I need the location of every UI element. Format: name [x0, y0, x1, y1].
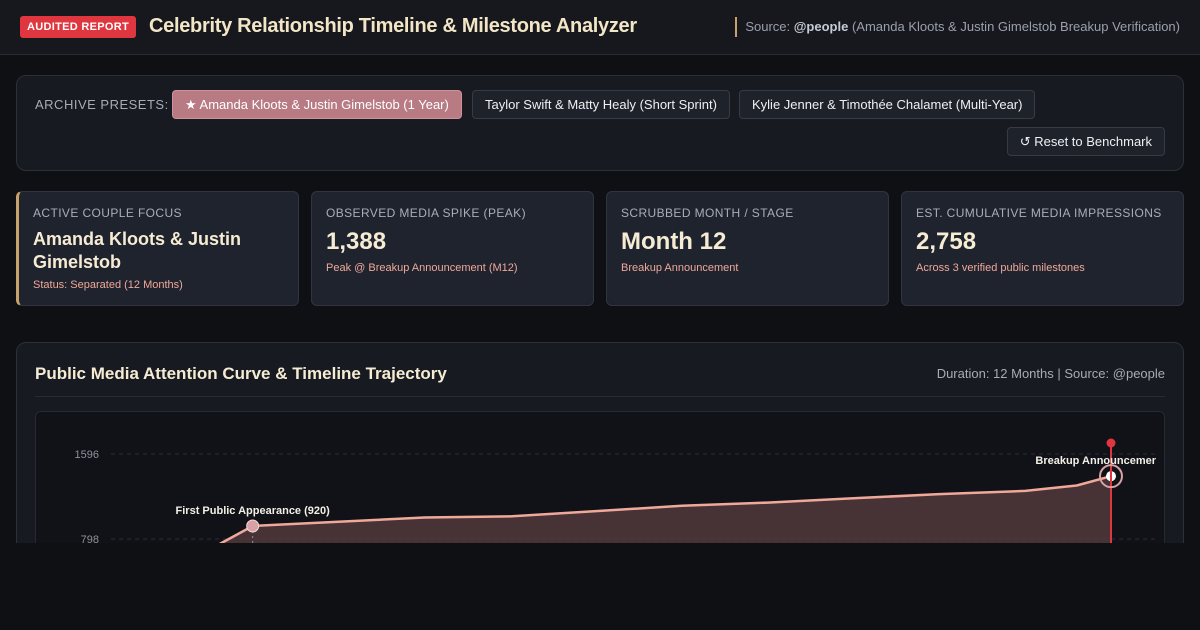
media-spike-card: OBSERVED MEDIA SPIKE (PEAK) 1,388 Peak @…	[311, 191, 594, 306]
media-spike-sub: Peak @ Breakup Announcement (M12)	[326, 262, 518, 274]
scrub-marker-handle	[1106, 438, 1116, 448]
divider	[35, 396, 1165, 397]
scrubbed-stage: Breakup Announcement	[621, 262, 739, 274]
cumulative-impressions-value: 2,758	[916, 228, 977, 255]
milestone-label: First Public Appearance (920)	[176, 505, 331, 517]
preset-amanda-kloots-justin-gimelstob[interactable]: ★ Amanda Kloots & Justin Gimelstob (1 Ye…	[172, 90, 462, 119]
source-detail: (Amanda Kloots & Justin Gimelstob Breaku…	[851, 19, 1180, 34]
active-couple-focus-card: ACTIVE COUPLE FOCUS Amanda Kloots & Just…	[16, 191, 299, 306]
y-tick-label: 1596	[75, 449, 99, 461]
chart-meta: Duration: 12 Months | Source: @people	[936, 366, 1165, 381]
active-couple-name: Amanda Kloots & Justin Gimelstob	[33, 229, 242, 272]
archive-presets-panel: ARCHIVE PRESETS: ★ Amanda Kloots & Justi…	[16, 75, 1184, 171]
top-bar: AUDITED REPORT Celebrity Relationship Ti…	[0, 0, 1200, 55]
card-label: ACTIVE COUPLE FOCUS	[33, 206, 182, 220]
preset-kylie-jenner-timothee-chalamet[interactable]: Kylie Jenner & Timothée Chalamet (Multi-…	[739, 90, 1036, 119]
presets-label: ARCHIVE PRESETS:	[35, 97, 169, 112]
app-title: Celebrity Relationship Timeline & Milest…	[149, 15, 637, 37]
peak-label: Breakup Announcemer	[1035, 455, 1156, 467]
milestone-point	[246, 519, 260, 533]
source-attribution: Source: @people (Amanda Kloots & Justin …	[735, 17, 1180, 37]
card-label: OBSERVED MEDIA SPIKE (PEAK)	[326, 206, 526, 220]
scrubbed-month-card: SCRUBBED MONTH / STAGE Month 12 Breakup …	[606, 191, 889, 306]
card-label: EST. CUMULATIVE MEDIA IMPRESSIONS	[916, 206, 1162, 220]
media-spike-value: 1,388	[326, 228, 387, 255]
preset-taylor-swift-matty-healy[interactable]: Taylor Swift & Matty Healy (Short Sprint…	[472, 90, 730, 119]
impressions-sub: Across 3 verified public milestones	[916, 262, 1085, 274]
reset-to-benchmark-button[interactable]: ↺ Reset to Benchmark	[1006, 127, 1165, 156]
source-handle: @people	[793, 19, 849, 34]
couple-status: Status: Separated (12 Months)	[33, 279, 183, 291]
cumulative-impressions-card: EST. CUMULATIVE MEDIA IMPRESSIONS 2,758 …	[901, 191, 1184, 306]
chart-title: Public Media Attention Curve & Timeline …	[35, 364, 447, 383]
viewport-cutoff	[0, 543, 1200, 630]
audited-report-badge: AUDITED REPORT	[20, 16, 136, 38]
source-prefix: Source:	[745, 19, 791, 34]
card-label: SCRUBBED MONTH / STAGE	[621, 206, 794, 220]
scrubbed-month-value: Month 12	[621, 228, 727, 255]
